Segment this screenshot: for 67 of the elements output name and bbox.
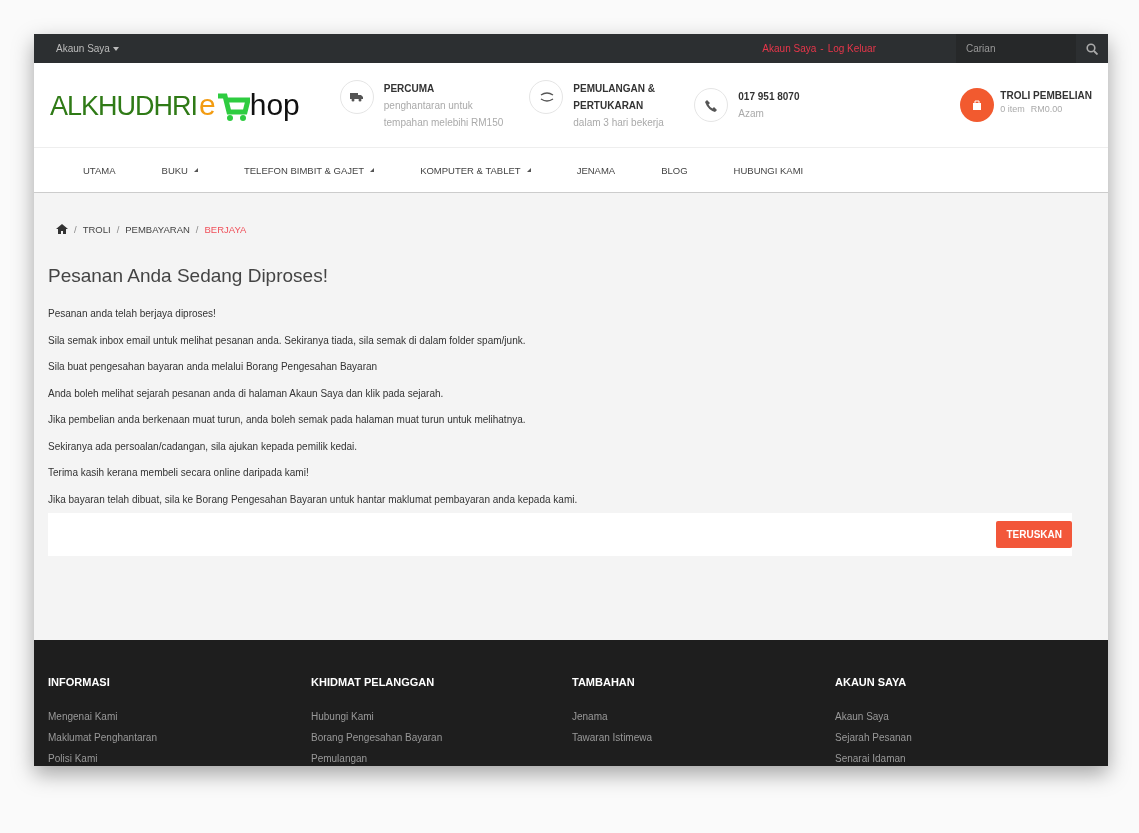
message-text: Terima kasih kerana membeli secara online daripada kami! (48, 466, 310, 480)
phone-icon (703, 98, 719, 112)
logo-text: e (199, 88, 216, 122)
nav-item[interactable]: HUBUNGI KAMI (710, 148, 827, 192)
cart-total: RM0.00 (1030, 104, 1063, 114)
nav-item[interactable]: JENAMA (553, 148, 639, 192)
feature-text: dalam 3 hari bekerja (573, 115, 665, 130)
message-text: Sila buat pengesahan bayaran anda melalui Borang Pengesahan Bayaran (48, 360, 379, 374)
caret-icon (370, 168, 375, 172)
footer-link[interactable]: Borang Pengesahan Bayaran (311, 727, 572, 748)
message-text: Anda boleh melihat sejarah pesanan anda di halaman Akaun Saya dan klik pada sejarah. (48, 386, 445, 401)
feature-title: PERCUMA (383, 81, 436, 96)
message-text: Jika bayaran telah dibuat, sila ke Borang Pengesahan Bayaran untuk hantar maklumat pembayaran anda kepada kami. (48, 492, 579, 507)
link-separator: - (820, 43, 824, 54)
footer-link[interactable]: Polisi Kami (48, 748, 311, 766)
footer-link[interactable]: Sejarah Pesanan (835, 727, 1094, 748)
feature-text: tempahan melebihi RM150 (383, 115, 504, 130)
search-icon (1086, 42, 1098, 55)
logo-text: hop (249, 88, 300, 122)
footer-link[interactable]: Mengenai Kami (48, 706, 311, 727)
page-title: Pesanan Anda Sedang Diproses! (48, 265, 329, 287)
caret-icon (112, 46, 119, 51)
bag-icon (972, 99, 983, 111)
footer-link[interactable]: Maklumat Penghantaran (48, 727, 311, 748)
search-field[interactable]: Carian (956, 34, 1076, 63)
footer-heading: AKAUN SAYA (835, 676, 908, 688)
nav-item[interactable]: BLOG (638, 148, 711, 192)
footer-link[interactable]: Jenama (572, 706, 835, 727)
message-text: Sekiranya ada persoalan/cadangan, sila ajukan kepada pemilik kedai. (48, 439, 359, 454)
account-link[interactable]: Akaun Saya (762, 43, 817, 54)
nav-item[interactable]: KOMPUTER & TABLET (397, 148, 554, 192)
nav-item[interactable]: BUKU (138, 148, 221, 192)
footer-link[interactable]: Akaun Saya (835, 706, 1094, 727)
message-text: Pesanan anda telah berjaya diproses! (48, 307, 217, 321)
footer-link[interactable]: Hubungi Kami (311, 706, 572, 727)
feature-text: penghantaran untuk (383, 98, 474, 113)
breadcrumb-link[interactable]: TROLI (82, 223, 111, 235)
cart-logo-icon (215, 92, 250, 122)
caret-icon (526, 168, 531, 172)
footer-heading: KHIDMAT PELANGGAN (311, 676, 436, 688)
footer-link[interactable]: Senarai Idaman (835, 748, 1094, 766)
exchange-icon (538, 89, 554, 104)
breadcrumb-link[interactable]: BERJAYA (204, 223, 247, 235)
nav-item[interactable]: UTAMA (60, 148, 139, 192)
footer-link[interactable]: Tawaran Istimewa (572, 727, 835, 748)
message-text: Sila semak inbox email untuk melihat pesanan anda. Sekiranya tiada, sila semak di dalam folder spam/junk. (48, 333, 527, 348)
nav-item[interactable]: TELEFON BIMBIT & GAJET (220, 148, 398, 192)
footer-heading: TAMBAHAN (572, 676, 636, 688)
footer-heading: INFORMASI (48, 676, 111, 688)
breadcrumb-separator: / (74, 223, 77, 235)
home-icon (56, 224, 68, 234)
breadcrumb-separator: / (116, 223, 120, 235)
feature-text: Azam (738, 107, 765, 121)
continue-button[interactable]: TERUSKAN (996, 521, 1072, 548)
message-text: Jika pembelian anda berkenaan muat turun, anda boleh semak pada halaman muat turun untuk melihatnya. (48, 413, 527, 427)
breadcrumb-link[interactable]: PEMBAYARAN (125, 223, 190, 235)
account-menu[interactable]: Akaun Saya (56, 43, 119, 54)
feature-title: PEMULANGAN & PERTUKARAN (573, 81, 656, 113)
feature-title: 017 951 8070 (738, 90, 800, 104)
cart-title: TROLI PEMBELIAN (1000, 89, 1092, 103)
account-link[interactable]: Log Keluar (827, 43, 876, 54)
cart-count: 0 item (1000, 104, 1025, 114)
breadcrumb-separator: / (195, 223, 199, 235)
logo-text: ALKHUDHRI (50, 90, 198, 122)
caret-icon (193, 168, 198, 172)
footer-link[interactable]: Pemulangan (311, 748, 572, 766)
cart-button[interactable] (960, 88, 995, 122)
